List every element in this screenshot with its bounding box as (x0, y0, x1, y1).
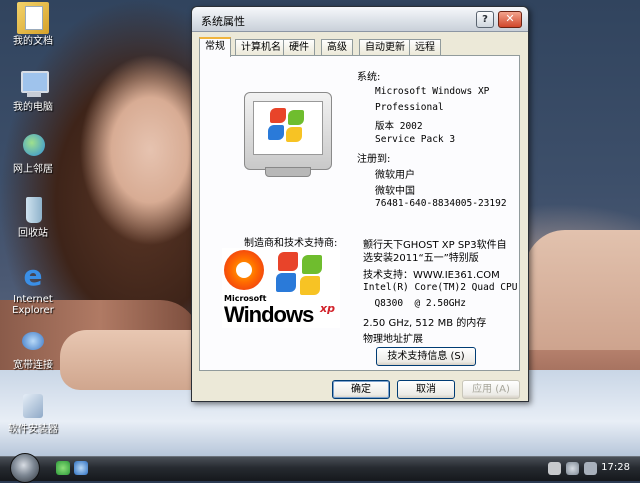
registered-user: 微软用户 (375, 170, 415, 181)
tab-advanced[interactable]: 高级 (321, 39, 353, 55)
cpu-speed: Q8300 @ 2.50GHz (363, 298, 466, 309)
support-info-button[interactable]: 技术支持信息 (S) (376, 347, 476, 366)
system-properties-window: 系统属性 ? ✕ 常规 计算机名 硬件 高级 自动更新 远程 系统: Micro… (191, 6, 529, 402)
apply-button[interactable]: 应用 (A) (462, 380, 520, 399)
window-titlebar[interactable]: 系统属性 ? ✕ (192, 7, 528, 32)
logo-flag-yellow (300, 276, 320, 295)
manufacturer-line-2: 选安装2011“五一”特别版 (363, 253, 479, 264)
tab-computer-name[interactable]: 计算机名 (235, 39, 287, 55)
quick-launch-browser-icon[interactable] (74, 461, 88, 475)
taskbar: 17:28 (0, 453, 640, 483)
software-installer-icon (17, 390, 49, 422)
system-version: 版本 2002 (375, 121, 423, 132)
desktop-icon-label: 我的电脑 (13, 102, 53, 113)
logo-flag-red (278, 252, 298, 271)
system-service-pack: Service Pack 3 (375, 134, 456, 145)
flag-green-quadrant (288, 110, 304, 125)
monitor-base (265, 167, 311, 177)
logo-flag-green (302, 255, 322, 274)
logo-flag-blue (276, 273, 296, 292)
my-computer-icon (17, 68, 49, 100)
network-places-icon (17, 130, 49, 162)
window-title: 系统属性 (201, 15, 245, 28)
ghost-logo-icon (224, 250, 264, 290)
pae-info: 物理地址扩展 (363, 334, 423, 345)
flag-yellow-quadrant (286, 127, 302, 142)
close-icon: ✕ (505, 12, 515, 25)
desktop-icon-label: 网上邻居 (13, 164, 53, 175)
manufacturer-logo: Microsoft Windows xp (222, 248, 340, 328)
tab-general[interactable]: 常规 (199, 37, 231, 57)
taskbar-clock[interactable]: 17:28 (601, 462, 630, 473)
quick-launch-green-icon[interactable] (56, 461, 70, 475)
desktop-icon-network-places[interactable]: 网上邻居 (4, 130, 62, 175)
registered-organization: 微软中国 (375, 186, 415, 197)
cpu-model: Intel(R) Core(TM)2 Quad CPU (363, 282, 518, 293)
desktop-icon-broadband-connection[interactable]: 宽带连接 (4, 326, 62, 371)
desktop-icon-my-computer[interactable]: 我的电脑 (4, 68, 62, 113)
flag-red-quadrant (270, 108, 286, 123)
tab-hardware[interactable]: 硬件 (283, 39, 315, 55)
flag-blue-quadrant (268, 125, 284, 140)
desktop-icon-my-documents[interactable]: 我的文档 (4, 2, 62, 47)
tray-display-icon[interactable] (548, 462, 561, 475)
desktop-icon-label: 回收站 (18, 228, 48, 239)
cancel-button[interactable]: 取消 (397, 380, 455, 399)
desktop-icon-label: 我的文档 (13, 36, 53, 47)
recycle-bin-icon (17, 194, 49, 226)
desktop-icon-recycle-bin[interactable]: 回收站 (4, 194, 62, 239)
ok-button[interactable]: 确定 (332, 380, 390, 399)
internet-explorer-icon: e (23, 259, 43, 292)
system-tray: 17:28 (540, 457, 640, 481)
memory-info: 2.50 GHz, 512 MB 的内存 (363, 318, 487, 329)
system-os-name: Microsoft Windows XP (375, 86, 490, 97)
windows-monitor-icon (244, 92, 332, 177)
general-tab-panel: 系统: Microsoft Windows XP Professional 版本… (199, 55, 520, 371)
tab-remote[interactable]: 远程 (409, 39, 441, 55)
tab-automatic-updates[interactable]: 自动更新 (359, 39, 411, 55)
logo-xp-text: xp (320, 302, 335, 315)
registered-heading: 注册到: (357, 154, 391, 165)
logo-windows-text: Windows (224, 302, 314, 327)
my-documents-icon (17, 2, 49, 34)
desktop-icon-internet-explorer[interactable]: e Internet Explorer (4, 259, 62, 317)
product-id: 76481-640-8834005-23192 (375, 198, 507, 209)
support-website: 技术支持：WWW.IE361.COM (363, 270, 500, 281)
tray-network-icon[interactable] (566, 462, 579, 475)
start-button[interactable] (10, 453, 40, 483)
desktop-icon-label: Internet Explorer (12, 294, 54, 316)
help-button[interactable]: ? (476, 11, 494, 28)
close-button[interactable]: ✕ (498, 11, 522, 28)
manufacturer-heading: 制造商和技术支持商: (244, 238, 338, 249)
broadband-connection-icon (17, 326, 49, 358)
help-icon: ? (482, 14, 488, 25)
tray-volume-icon[interactable] (584, 462, 597, 475)
system-heading: 系统: (357, 72, 381, 83)
desktop-icon-label: 软件安装器 (8, 424, 58, 435)
desktop-icon-software-installer[interactable]: 软件安装器 (4, 390, 62, 435)
desktop-icon-label: 宽带连接 (13, 360, 53, 371)
system-edition: Professional (375, 102, 444, 113)
monitor-screen (253, 101, 323, 155)
